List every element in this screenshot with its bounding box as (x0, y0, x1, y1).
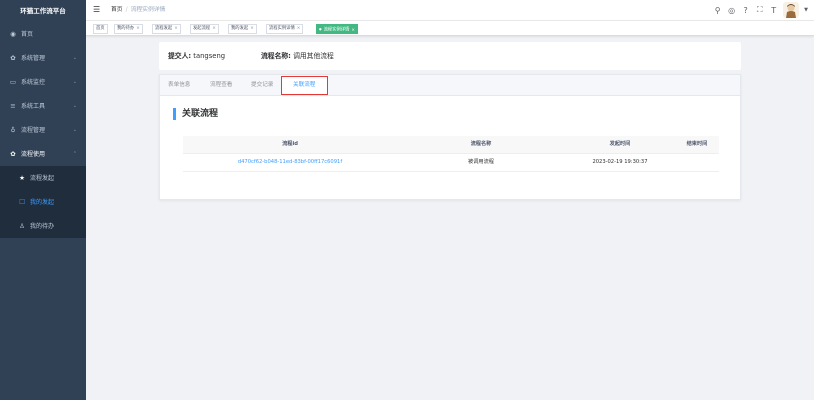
tag-instance-detail[interactable]: 流程实例详情 × (266, 24, 304, 34)
tag-label: 流程发起 (155, 26, 173, 31)
close-icon[interactable]: × (212, 26, 216, 31)
close-icon[interactable]: × (351, 28, 355, 33)
submenu-process-usage: ★ 流程发起 ☐ 我的发起 ♙ 我的待办 (0, 166, 86, 238)
sidebar-item-system-management[interactable]: ✿ 系统管理 ⌄ (0, 46, 86, 70)
gear-icon: ✿ (10, 150, 16, 158)
tab-form-info[interactable]: 表单信息 (168, 75, 190, 95)
start-time-cell: 2023-02-19 19:30:37 (592, 159, 648, 165)
chevron-up-icon: ⌃ (72, 151, 77, 157)
column-header: 结束时间 (686, 141, 708, 147)
gear-icon: ✿ (10, 54, 16, 62)
tag-label: 我的待办 (117, 26, 135, 31)
tab-process-view[interactable]: 流程查看 (210, 75, 232, 95)
sidebar-item-home[interactable]: ◉ 首页 (0, 22, 86, 46)
tag-label: 流程实例详情 (323, 27, 350, 33)
sidebar-item-label: 系统工具 (21, 103, 46, 110)
table-header: 流程id 流程名称 发起时间 结束时间 (183, 136, 719, 154)
tag-label: 首页 (96, 26, 105, 31)
process-name-value: 调用其他流程 (293, 52, 334, 60)
sidebar-item-label: 首页 (21, 31, 34, 38)
tab-bar: 表单信息 流程查看 提交记录 关联流程 (160, 75, 740, 96)
chevron-down-icon: ⌄ (72, 127, 77, 133)
submitter-field: 提交人: tangseng (168, 42, 225, 70)
close-icon[interactable]: × (174, 26, 178, 31)
close-icon[interactable]: × (297, 26, 301, 31)
sidebar-item-system-tools[interactable]: ≡ 系统工具 ⌄ (0, 94, 86, 118)
close-icon[interactable]: × (250, 26, 254, 31)
navbar: ☰ 首页 / 流程实例详情 ⚲ ◎ ? ⛶ T ▼ (86, 0, 814, 20)
breadcrumb-current: 流程实例详情 (130, 7, 166, 13)
section-title: 关联流程 (173, 108, 218, 120)
star-icon: ★ (19, 174, 25, 182)
breadcrumb: 首页 / 流程实例详情 (111, 0, 165, 20)
dashboard-icon: ◉ (10, 30, 16, 38)
sidebar-item-process-management[interactable]: ♁ 流程管理 ⌄ (0, 118, 86, 142)
submitter-label: 提交人: (168, 52, 192, 60)
edit-icon: ☐ (19, 198, 25, 206)
fullscreen-icon[interactable]: ⛶ (755, 5, 764, 15)
process-name-field: 流程名称: 调用其他流程 (261, 42, 334, 70)
tab-submit-records[interactable]: 提交记录 (251, 75, 273, 95)
related-process-table: 流程id 流程名称 发起时间 结束时间 d470cf62-b048-11ed-8… (183, 136, 719, 172)
tag-process-start[interactable]: 流程发起 × (152, 24, 181, 34)
tag-label: 我的发起 (231, 26, 249, 31)
process-icon: ♁ (10, 126, 16, 134)
tag-label: 发起流程 (193, 26, 211, 31)
github-icon[interactable]: ◎ (727, 6, 736, 15)
avatar[interactable] (783, 2, 800, 18)
sidebar-item-my-initiated[interactable]: ☐ 我的发起 (0, 190, 86, 214)
tool-icon: ≡ (10, 102, 16, 110)
sidebar-item-system-monitor[interactable]: ▭ 系统监控 ⌄ (0, 70, 86, 94)
sidebar-item-my-todo[interactable]: ♙ 我的待办 (0, 214, 86, 238)
tag-my-todo[interactable]: 我的待办 × (114, 24, 143, 34)
person-icon: ♙ (19, 222, 25, 230)
search-icon[interactable]: ⚲ (713, 6, 722, 15)
tag-my-initiated[interactable]: 我的发起 × (228, 24, 257, 34)
sidebar-item-label: 流程发起 (30, 175, 55, 182)
caret-down-icon[interactable]: ▼ (804, 7, 808, 13)
navbar-actions: ⚲ ◎ ? ⛶ T ▼ (713, 0, 808, 20)
process-name-cell: 被调用流程 (468, 159, 494, 165)
sidebar-item-process-start[interactable]: ★ 流程发起 (0, 166, 86, 190)
sidebar-item-process-usage[interactable]: ✿ 流程使用 ⌃ (0, 142, 86, 166)
sidebar: 环猫工作流平台 ◉ 首页 ✿ 系统管理 ⌄ ▭ 系统监控 ⌄ ≡ 系统工具 ⌄ ♁ 流程管… (0, 0, 86, 400)
process-id-link[interactable]: d470cf62-b048-11ed-83bf-00ff17c6091f (183, 154, 397, 171)
detail-header: 提交人: tangseng 流程名称: 调用其他流程 (159, 42, 741, 70)
tag-home[interactable]: 首页 (93, 24, 108, 34)
column-header: 发起时间 (609, 141, 631, 147)
chevron-down-icon: ⌄ (72, 55, 77, 61)
font-size-icon[interactable]: T (769, 6, 778, 15)
tag-instance-detail-active[interactable]: 流程实例详情× (316, 24, 359, 34)
sidebar-item-label: 我的待办 (30, 223, 55, 230)
chevron-down-icon: ⌄ (72, 103, 77, 109)
breadcrumb-home[interactable]: 首页 (111, 7, 123, 13)
sidebar-item-label: 流程使用 (21, 151, 46, 158)
sidebar-item-label: 我的发起 (30, 199, 55, 206)
column-header: 流程名称 (470, 141, 492, 147)
tab-related-process[interactable]: 关联流程 (293, 75, 315, 95)
tag-label: 流程实例详情 (269, 26, 295, 31)
app-title: 环猫工作流平台 (20, 7, 66, 15)
hamburger-icon[interactable]: ☰ (93, 5, 100, 14)
chevron-down-icon: ⌄ (72, 79, 77, 85)
breadcrumb-separator: / (125, 7, 128, 13)
close-icon[interactable]: × (136, 26, 140, 31)
question-icon[interactable]: ? (741, 6, 750, 15)
detail-card: 表单信息 流程查看 提交记录 关联流程 关联流程 流程id 流程名称 发起时间 … (159, 74, 741, 200)
sidebar-item-label: 系统监控 (21, 79, 46, 86)
sidebar-item-label: 流程管理 (21, 127, 46, 134)
process-name-label: 流程名称: (261, 52, 291, 60)
column-header: 流程id (282, 141, 298, 147)
table-row: d470cf62-b048-11ed-83bf-00ff17c6091f 被调用… (183, 154, 719, 172)
sidebar-item-label: 系统管理 (21, 55, 46, 62)
tags-view: 首页 我的待办× 流程发起× 发起流程× 我的发起× 流程实例详情× 流程实例详… (86, 20, 814, 36)
tag-start-process[interactable]: 发起流程 × (190, 24, 219, 34)
monitor-icon: ▭ (9, 78, 17, 86)
submitter-value: tangseng (193, 52, 226, 60)
